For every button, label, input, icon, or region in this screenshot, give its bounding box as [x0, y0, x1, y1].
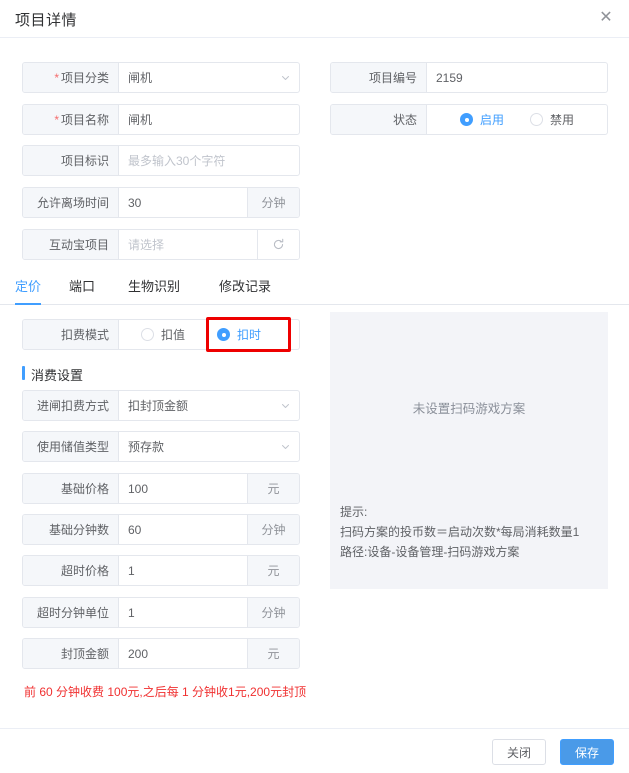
field-label: 项目标识	[23, 146, 119, 175]
scan-game-plan-panel: 未设置扫码游戏方案 提示: 扫码方案的投币数＝启动次数*每局消耗数量1 路径:设…	[330, 312, 608, 589]
field-row-entry-charge-method[interactable]: 进闸扣费方式 扣封顶金额	[22, 390, 300, 421]
status-radio-group: 启用 禁用	[427, 105, 607, 134]
field-label: 扣费模式	[23, 320, 119, 349]
field-row-stored-value-type[interactable]: 使用储值类型 预存款	[22, 431, 300, 462]
field-value-overtime-price[interactable]: 1	[119, 556, 247, 585]
field-value-leave-time[interactable]: 30	[119, 188, 247, 217]
field-label: 进闸扣费方式	[23, 391, 119, 420]
hint-line-3: 路径:设备-设备管理-扫码游戏方案	[340, 545, 520, 559]
required-mark: *	[54, 70, 59, 85]
field-label: * 项目名称	[23, 105, 119, 134]
field-label: 使用储值类型	[23, 432, 119, 461]
field-label: 基础分钟数	[23, 515, 119, 544]
field-row-overtime-price[interactable]: 超时价格 1 元	[22, 555, 300, 586]
field-value-hudongbao-project[interactable]: 请选择	[119, 230, 257, 259]
field-label: 基础价格	[23, 474, 119, 503]
radio-charge-mode-deduct-value[interactable]: 扣值	[141, 326, 185, 343]
field-label: * 项目分类	[23, 63, 119, 92]
field-value-entry-charge-method[interactable]: 扣封顶金额	[119, 391, 299, 420]
dialog-header: 项目详情 ✕	[0, 0, 629, 38]
field-value-project-identifier[interactable]: 最多输入30个字符	[119, 146, 299, 175]
refresh-icon[interactable]	[257, 230, 299, 259]
field-unit: 分钟	[247, 515, 299, 544]
tab-change-log[interactable]: 修改记录	[219, 276, 271, 304]
field-value-cap-amount[interactable]: 200	[119, 639, 247, 668]
radio-dot-icon	[217, 328, 231, 341]
radio-charge-mode-deduct-time[interactable]: 扣时	[217, 326, 261, 343]
hint-line-2: 扫码方案的投币数＝启动次数*每局消耗数量1	[340, 525, 580, 539]
tab-bar: 定价 端口 生物识别 修改记录	[0, 272, 629, 305]
field-row-project-number[interactable]: 项目编号 2159	[330, 62, 608, 93]
tab-port[interactable]: 端口	[69, 276, 95, 304]
field-value-project-category[interactable]: 闸机	[119, 63, 299, 92]
chevron-down-icon	[281, 401, 290, 410]
field-label: 超时价格	[23, 556, 119, 585]
close-button[interactable]: 关闭	[492, 739, 546, 765]
field-label: 项目编号	[331, 63, 427, 92]
radio-dot-icon	[460, 113, 473, 126]
tab-biometrics[interactable]: 生物识别	[128, 276, 180, 304]
field-value-base-price[interactable]: 100	[119, 474, 247, 503]
field-label: 状态	[331, 105, 427, 134]
field-unit: 元	[247, 639, 299, 668]
close-icon[interactable]: ✕	[596, 8, 616, 28]
chevron-down-icon	[281, 73, 290, 82]
field-label: 互动宝项目	[23, 230, 119, 259]
field-unit: 分钟	[247, 598, 299, 627]
empty-state-text: 未设置扫码游戏方案	[412, 402, 526, 416]
field-row-base-minutes[interactable]: 基础分钟数 60 分钟	[22, 514, 300, 545]
field-row-project-category[interactable]: * 项目分类 闸机	[22, 62, 300, 93]
page-title: 项目详情	[15, 12, 78, 29]
radio-dot-icon	[530, 113, 544, 126]
field-row-project-identifier[interactable]: 项目标识 最多输入30个字符	[22, 145, 300, 176]
field-row-cap-amount[interactable]: 封顶金额 200 元	[22, 638, 300, 669]
tab-pricing[interactable]: 定价	[15, 276, 42, 305]
field-label: 允许离场时间	[23, 188, 119, 217]
field-value-overtime-minute-unit[interactable]: 1	[119, 598, 247, 627]
field-value-project-number[interactable]: 2159	[427, 63, 607, 92]
field-row-charge-mode[interactable]: 扣费模式 扣值 扣时	[22, 319, 300, 350]
panel-hint-block: 提示: 扫码方案的投币数＝启动次数*每局消耗数量1 路径:设备-设备管理-扫码游…	[340, 502, 598, 562]
field-row-project-name[interactable]: * 项目名称 闸机	[22, 104, 300, 135]
field-label: 封顶金额	[23, 639, 119, 668]
dialog-footer: 关闭 保存	[0, 728, 629, 773]
chevron-down-icon	[281, 442, 290, 451]
field-value-stored-value-type[interactable]: 预存款	[119, 432, 299, 461]
field-row-hudongbao-project[interactable]: 互动宝项目 请选择	[22, 229, 300, 260]
radio-status-enabled[interactable]: 启用	[460, 111, 504, 128]
field-row-leave-time[interactable]: 允许离场时间 30 分钟	[22, 187, 300, 218]
radio-status-disabled[interactable]: 禁用	[530, 111, 574, 128]
pricing-summary-note: 前 60 分钟收费 100元,之后每 1 分钟收1元,200元封顶	[24, 685, 307, 699]
field-value-project-name[interactable]: 闸机	[119, 105, 299, 134]
save-button[interactable]: 保存	[560, 739, 614, 765]
hint-line-1: 提示:	[340, 505, 368, 519]
field-row-base-price[interactable]: 基础价格 100 元	[22, 473, 300, 504]
section-title-consume-settings: 消费设置	[22, 365, 83, 384]
project-detail-dialog: 项目详情 ✕ * 项目分类 闸机 * 项目名称 闸机 项目标识 最多输入30个字符 …	[0, 0, 629, 773]
radio-dot-icon	[141, 328, 154, 341]
field-unit: 元	[247, 556, 299, 585]
field-unit: 元	[247, 474, 299, 503]
field-label: 超时分钟单位	[23, 598, 119, 627]
field-row-overtime-minute-unit[interactable]: 超时分钟单位 1 分钟	[22, 597, 300, 628]
field-row-status[interactable]: 状态 启用 禁用	[330, 104, 608, 135]
field-value-base-minutes[interactable]: 60	[119, 515, 247, 544]
field-unit: 分钟	[247, 188, 299, 217]
charge-mode-radio-group: 扣值 扣时	[119, 320, 299, 349]
required-mark: *	[54, 112, 59, 127]
